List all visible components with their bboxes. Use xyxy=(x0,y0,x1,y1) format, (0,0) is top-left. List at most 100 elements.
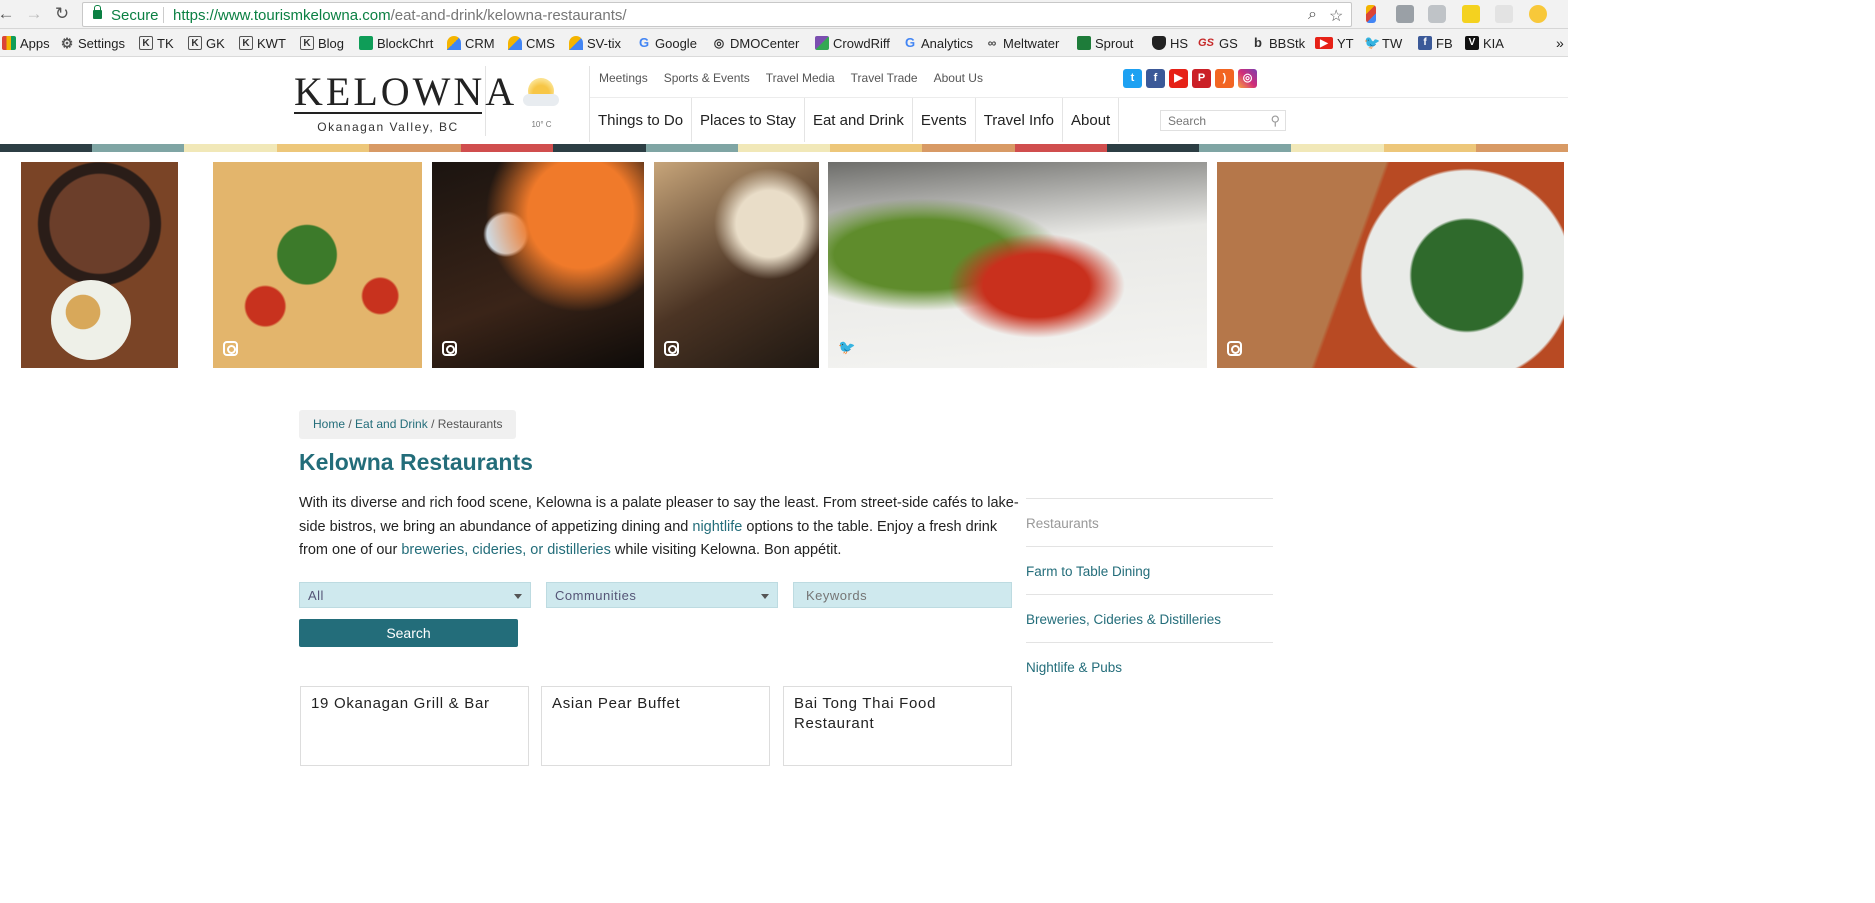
top-link-travel-media[interactable]: Travel Media xyxy=(766,71,835,85)
top-link-meetings[interactable]: Meetings xyxy=(599,71,648,85)
nav-events[interactable]: Events xyxy=(913,98,976,142)
search-icon[interactable]: ⚲ xyxy=(1270,113,1280,129)
keywords-input[interactable] xyxy=(793,582,1012,608)
k-logo-icon: K xyxy=(300,36,314,50)
bookmark-kwt[interactable]: K KWT xyxy=(239,34,286,52)
bookmark-sprout[interactable]: Sprout xyxy=(1077,34,1133,52)
chevron-down-icon xyxy=(761,594,769,599)
zoom-icon[interactable]: ⌕ xyxy=(1308,6,1317,24)
sidebar-item-farm-to-table[interactable]: Farm to Table Dining xyxy=(1026,546,1273,594)
top-link-about-us[interactable]: About Us xyxy=(934,71,983,85)
social-photo[interactable] xyxy=(21,162,178,368)
bookmark-sv-tix[interactable]: SV-tix xyxy=(569,34,621,52)
extension-icon[interactable] xyxy=(1462,5,1480,23)
sidebar-nav: Restaurants Farm to Table Dining Breweri… xyxy=(1026,498,1273,690)
b-icon: b xyxy=(1254,35,1262,50)
facebook-icon[interactable]: f xyxy=(1146,69,1165,88)
listing-card[interactable]: Bai Tong Thai Food Restaurant xyxy=(783,686,1012,766)
k-logo-icon: K xyxy=(139,36,153,50)
social-photo[interactable] xyxy=(1217,162,1564,368)
camera-icon[interactable] xyxy=(1428,5,1446,23)
bookmark-kia[interactable]: V KIA xyxy=(1465,34,1504,52)
reload-icon[interactable]: ↻ xyxy=(52,4,72,24)
color-stripe xyxy=(0,144,1568,152)
social-photo[interactable] xyxy=(654,162,819,368)
bookmark-crowdriff[interactable]: CrowdRiff xyxy=(815,34,890,52)
bookmark-settings[interactable]: ⚙ Settings xyxy=(60,34,125,52)
bookmark-meltwater[interactable]: ∞ Meltwater xyxy=(985,34,1060,52)
drive-icon xyxy=(447,36,461,50)
listing-card[interactable]: Asian Pear Buffet xyxy=(541,686,770,766)
bookmark-crm[interactable]: CRM xyxy=(447,34,495,52)
star-icon[interactable]: ☆ xyxy=(1329,6,1343,26)
intro-text: With its diverse and rich food scene, Ke… xyxy=(299,495,1019,558)
nightlife-link[interactable]: nightlife xyxy=(692,519,742,535)
bookmark-blog[interactable]: K Blog xyxy=(300,34,344,52)
address-bar[interactable]: Secure https://www.tourismkelowna.com/ea… xyxy=(82,2,1352,27)
nav-things-to-do[interactable]: Things to Do xyxy=(590,98,693,142)
bookmark-analytics[interactable]: G Analytics xyxy=(903,34,973,52)
bookmark-yt[interactable]: ▶ YT xyxy=(1315,34,1354,52)
nav-travel-info[interactable]: Travel Info xyxy=(976,98,1063,142)
breadcrumb-home[interactable]: Home xyxy=(313,417,345,431)
site-search-input[interactable] xyxy=(1161,111,1261,130)
bookmark-tk[interactable]: K TK xyxy=(139,34,174,52)
search-button[interactable]: Search xyxy=(299,619,518,647)
sidebar-item-breweries[interactable]: Breweries, Cideries & Distilleries xyxy=(1026,594,1273,642)
extension-icon[interactable] xyxy=(1396,5,1414,23)
forward-icon[interactable]: → xyxy=(24,4,44,24)
sprout-icon xyxy=(1077,36,1091,50)
bookmark-gk[interactable]: K GK xyxy=(188,34,225,52)
nav-places-to-stay[interactable]: Places to Stay xyxy=(692,98,805,142)
sidebar-item-restaurants[interactable]: Restaurants xyxy=(1026,498,1273,546)
bookmark-bbstk[interactable]: b BBStk xyxy=(1251,34,1305,52)
nav-eat-and-drink[interactable]: Eat and Drink xyxy=(805,98,913,142)
top-link-sports-events[interactable]: Sports & Events xyxy=(664,71,750,85)
breadcrumb-eat-and-drink[interactable]: Eat and Drink xyxy=(355,417,428,431)
instagram-icon[interactable]: ◎ xyxy=(1238,69,1257,88)
breweries-link[interactable]: breweries, cideries, or distilleries xyxy=(401,542,611,558)
listing-title: Bai Tong Thai Food Restaurant xyxy=(794,695,937,732)
communities-select[interactable]: Communities xyxy=(546,582,778,608)
bookmark-dmocenter[interactable]: ◎ DMOCenter xyxy=(712,34,800,52)
social-photo[interactable] xyxy=(213,162,422,368)
extension-icon[interactable] xyxy=(1366,5,1376,23)
youtube-icon[interactable]: ▶ xyxy=(1169,69,1188,88)
instagram-icon xyxy=(442,341,457,356)
twitter-icon: 🐦 xyxy=(838,339,856,355)
bookmarks-overflow[interactable]: » xyxy=(1556,34,1564,52)
gear-icon: ⚙ xyxy=(60,35,74,51)
gs-icon: GS xyxy=(1198,37,1214,49)
sidebar-item-nightlife[interactable]: Nightlife & Pubs xyxy=(1026,642,1273,690)
listing-title: 19 Okanagan Grill & Bar xyxy=(311,695,490,712)
drive-icon xyxy=(569,36,583,50)
kelowna-logo[interactable]: KELOWNA Okanagan Valley, BC xyxy=(290,66,514,136)
bookmark-google[interactable]: G Google xyxy=(637,34,697,52)
lock-icon xyxy=(93,5,102,19)
pinterest-icon[interactable]: P xyxy=(1192,69,1211,88)
social-photo[interactable] xyxy=(432,162,644,368)
apps-grid-icon xyxy=(2,36,16,50)
extension-icon[interactable] xyxy=(1495,5,1513,23)
social-photo[interactable]: 🐦 xyxy=(828,162,1207,368)
chevron-down-icon xyxy=(514,594,522,599)
listing-card[interactable]: 19 Okanagan Grill & Bar xyxy=(300,686,529,766)
bookmark-gs[interactable]: GS GS xyxy=(1197,34,1238,52)
rss-icon[interactable]: ) xyxy=(1215,69,1234,88)
sheet-icon xyxy=(359,36,373,50)
twitter-icon[interactable]: t xyxy=(1123,69,1142,88)
url-text[interactable]: https://www.tourismkelowna.com/eat-and-d… xyxy=(173,7,627,24)
back-icon[interactable]: ← xyxy=(0,4,16,24)
top-link-travel-trade[interactable]: Travel Trade xyxy=(851,71,918,85)
bookmark-hs[interactable]: HS xyxy=(1152,34,1188,52)
bookmark-cms[interactable]: CMS xyxy=(508,34,555,52)
bookmark-apps[interactable]: Apps xyxy=(2,34,50,52)
weather-widget[interactable]: 10° C xyxy=(493,66,590,142)
bookmark-blockchrt[interactable]: BlockChrt xyxy=(359,34,433,52)
category-select[interactable]: All xyxy=(299,582,531,608)
page-title: Kelowna Restaurants xyxy=(299,449,533,475)
bookmark-fb[interactable]: f FB xyxy=(1418,34,1453,52)
bookmark-tw[interactable]: 🐦 TW xyxy=(1364,34,1402,52)
emoji-icon[interactable] xyxy=(1529,5,1547,23)
nav-about[interactable]: About xyxy=(1063,98,1120,142)
